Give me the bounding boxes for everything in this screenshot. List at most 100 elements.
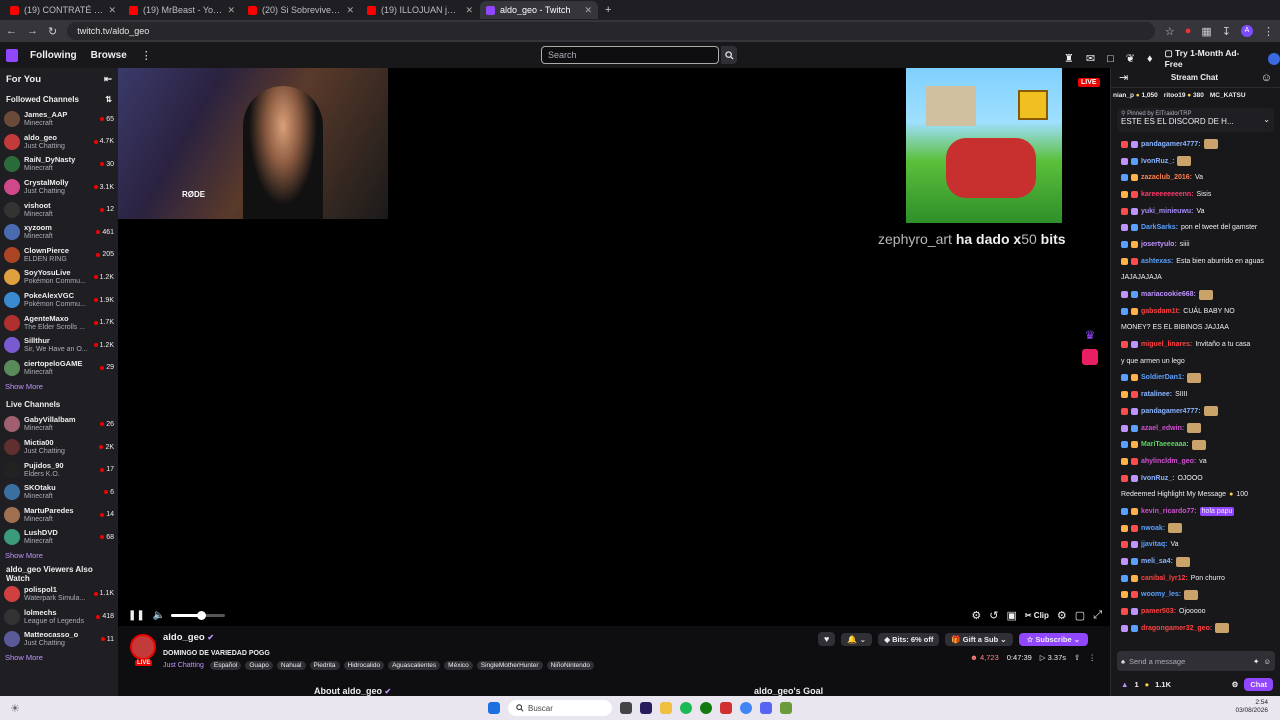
new-tab-icon[interactable]: + (605, 4, 611, 16)
address-bar[interactable]: twitch.tv/aldo_geo (67, 22, 1155, 40)
channel-row[interactable]: James_AAP Minecraft 65 (0, 108, 118, 131)
volume-slider[interactable] (171, 610, 226, 620)
pause-icon[interactable]: ❚❚ (128, 610, 145, 621)
chat-username[interactable]: zazaclub_2016: (1141, 173, 1192, 182)
chat-username[interactable]: josertyulo: (1141, 240, 1177, 249)
channel-row[interactable]: AgenteMaxo The Elder Scrolls ... 1.7K (0, 311, 118, 334)
widgets-icon[interactable]: ☀ (10, 702, 20, 715)
close-tab-icon[interactable]: ✕ (465, 5, 473, 16)
close-tab-icon[interactable]: ✕ (584, 5, 592, 16)
channel-row[interactable]: PokeAlexVGC Pokémon Commu... 1.9K (0, 289, 118, 312)
chat-username[interactable]: mariacookie668: (1141, 290, 1196, 299)
chat-username[interactable]: meli_sa4: (1141, 557, 1173, 566)
back-icon[interactable]: ← (6, 25, 17, 37)
chat-username[interactable]: DarkSarks: (1141, 223, 1178, 232)
collapse-chat-icon[interactable]: ⇥ (1119, 71, 1128, 84)
chat-username[interactable]: gabsdam1t: (1141, 307, 1180, 316)
drops-icon[interactable]: ❦ (1126, 52, 1135, 65)
clip-button[interactable]: ✂ Clip (1025, 611, 1049, 620)
browser-tab[interactable]: (19) CONTRATÉ a una CHICA G ✕ (4, 1, 122, 19)
whispers-icon[interactable]: □ (1107, 53, 1114, 65)
twitch-logo-icon[interactable] (6, 48, 18, 62)
chat-users-icon[interactable]: ☺ (1261, 72, 1272, 84)
volume-knob[interactable] (196, 610, 206, 620)
theatre-mode-icon[interactable]: ▢ (1075, 609, 1085, 622)
points-icon[interactable]: ▲ (1121, 680, 1128, 689)
stream-tag[interactable]: Guapo (245, 661, 273, 670)
inbox-icon[interactable]: ✉ (1086, 52, 1095, 65)
taskbar-search[interactable]: Buscar (508, 700, 612, 716)
stream-tag[interactable]: Piedrita (309, 661, 340, 670)
nav-following[interactable]: Following (30, 50, 77, 61)
stream-tag[interactable]: Español (209, 661, 242, 670)
channel-avatar[interactable] (130, 634, 156, 660)
chat-username[interactable]: SoldierDan1: (1141, 373, 1184, 382)
channel-row[interactable]: Mictia00 Just Chatting 2K (0, 436, 118, 459)
file-explorer-icon[interactable] (660, 702, 672, 714)
chat-username[interactable]: ratalinee: (1141, 390, 1172, 399)
system-clock[interactable]: 2:54 03/08/2026 (1235, 699, 1268, 715)
ad-free-button[interactable]: ▢ Try 1-Month Ad-Free (1165, 48, 1257, 69)
prime-crown-icon[interactable]: ♜ (1064, 52, 1074, 65)
notifications-bell-button[interactable]: 🔔 ⌄ (841, 632, 873, 646)
chat-username[interactable]: pandagamer4777: (1141, 140, 1201, 149)
channel-row[interactable]: Sillthur Sir, We Have an O... 1.2K (0, 334, 118, 357)
bookmark-star-icon[interactable]: ☆ (1165, 25, 1175, 38)
start-windows-icon[interactable] (488, 702, 500, 714)
chat-username[interactable]: ahylincldm_geo: (1141, 457, 1196, 466)
volume-icon[interactable]: 🔈 (153, 610, 165, 621)
close-tab-icon[interactable]: ✕ (108, 5, 116, 16)
stream-tag[interactable]: SingleMotherHunter (476, 661, 543, 670)
chat-username[interactable]: yuki_minieuwu: (1141, 207, 1194, 216)
stream-tag[interactable]: Aguascalientes (388, 661, 441, 670)
extension-crown-icon[interactable]: ♛ (1082, 328, 1098, 344)
more-options-icon[interactable]: ⋮ (1088, 653, 1096, 662)
close-tab-icon[interactable]: ✕ (346, 5, 354, 16)
channel-row[interactable]: RaiN_DyNasty Minecraft 30 (0, 153, 118, 176)
chat-settings-icon[interactable]: ⚙ (1232, 680, 1239, 689)
mute-audio-icon[interactable]: ⚙ (971, 609, 981, 622)
gift-sub-button[interactable]: 🎁 Gift a Sub ⌄ (945, 632, 1013, 646)
settings-icon[interactable]: ⚙ (1057, 609, 1067, 622)
chat-username[interactable]: woomy_les: (1141, 590, 1181, 599)
show-more-also[interactable]: Show More (0, 650, 118, 664)
leaderboard-entry[interactable]: nian_p ● 1,050 (1113, 92, 1158, 99)
chat-effects-icon[interactable]: ✦ (1253, 657, 1259, 666)
browser-tab[interactable]: (19) MrBeast - YouTube ✕ (123, 1, 241, 19)
browser-tab[interactable]: (20) Si Sobrevive 30 Días Encal ✕ (242, 1, 360, 19)
channel-row[interactable]: Pujidos_90 Elders K.O. 17 (0, 458, 118, 481)
channel-row[interactable]: SKOtaku Minecraft 6 (0, 481, 118, 504)
spotify-icon[interactable] (680, 702, 692, 714)
chat-username[interactable]: nwoak: (1141, 524, 1165, 533)
browser-tab[interactable]: aldo_geo - Twitch ✕ (480, 1, 598, 19)
chat-username[interactable]: dragongamer32_geo: (1141, 624, 1212, 633)
rewind-icon[interactable]: ↺ (989, 609, 998, 622)
chat-input[interactable]: ♠ Send a message ✦ ☺ (1117, 651, 1275, 671)
channel-name[interactable]: aldo_geo (163, 632, 205, 643)
show-more-followed[interactable]: Show More (0, 379, 118, 393)
download-icon[interactable]: ↧ (1222, 25, 1231, 38)
channel-row[interactable]: vishoot Minecraft 12 (0, 198, 118, 221)
stream-tag[interactable]: Nahual (276, 661, 306, 670)
stream-tag[interactable]: México (444, 661, 473, 670)
taskview-icon[interactable] (620, 702, 632, 714)
sort-icon[interactable]: ⇅ (105, 95, 112, 104)
stream-tag[interactable]: Hidrocalido (343, 661, 385, 670)
user-avatar[interactable] (1268, 52, 1280, 65)
chat-username[interactable]: pamer503: (1141, 607, 1176, 616)
channel-row[interactable]: LushDVD Minecraft 68 (0, 526, 118, 549)
chat-username[interactable]: kareeeeeeeenn: (1141, 190, 1194, 199)
search-input[interactable]: Search (541, 46, 719, 64)
channel-row[interactable]: SoyYosuLive Pokémon Commu... 1.2K (0, 266, 118, 289)
channel-row[interactable]: xyzoom Minecraft 461 (0, 221, 118, 244)
channel-row[interactable]: aldo_geo Just Chatting 4.7K (0, 131, 118, 154)
chat-username[interactable]: canibal_lyr12: (1141, 574, 1188, 583)
fullscreen-icon[interactable]: ⤢ (1093, 609, 1102, 622)
stream-tag[interactable]: NiñoNintendo (546, 661, 594, 670)
bits-button[interactable]: ◆ Bits: 6% off (878, 632, 940, 646)
chat-username[interactable]: miguel_linares: (1141, 340, 1192, 349)
app-icon-red[interactable] (720, 702, 732, 714)
menu-dots-icon[interactable]: ⋮ (1263, 25, 1274, 38)
extension-panel-icon[interactable] (1082, 349, 1098, 365)
forward-icon[interactable]: → (27, 25, 38, 37)
